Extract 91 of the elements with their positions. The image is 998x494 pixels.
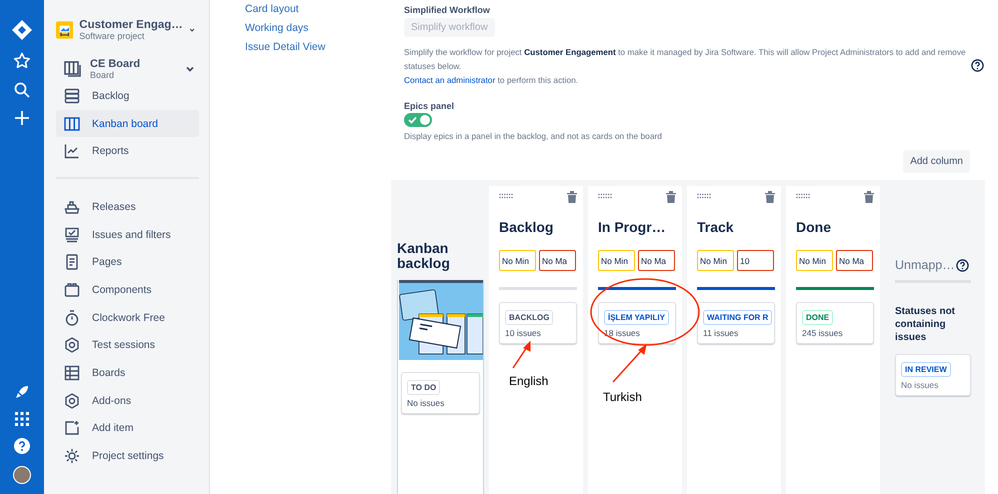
board-type: Board <box>90 70 116 80</box>
settings-link[interactable]: Issue Detail View <box>245 40 391 54</box>
issue-count: No issues <box>407 398 444 408</box>
hexagon-icon <box>64 392 80 409</box>
section-heading: Epics panel <box>404 101 454 111</box>
min-limit-field[interactable]: No Min <box>796 250 833 271</box>
trash-icon[interactable] <box>567 191 577 203</box>
status-lozenge: TO DO <box>407 380 440 395</box>
check-icon <box>408 116 417 124</box>
nav-item[interactable]: Clockwork Free <box>56 304 199 332</box>
min-limit-field[interactable]: No Min <box>499 250 536 271</box>
settings-link[interactable]: Working days <box>245 21 391 35</box>
min-limit-field[interactable]: No Min <box>598 250 635 271</box>
min-limit-field[interactable]: No Min <box>697 250 734 271</box>
create-icon[interactable] <box>14 110 30 126</box>
nav-item[interactable]: Backlog <box>56 82 199 110</box>
settings-link[interactable]: Card layout <box>245 2 391 16</box>
add-column-button[interactable]: Add column <box>903 150 970 173</box>
boards-icon <box>64 365 80 382</box>
column-title: Kanban backlog <box>397 241 451 271</box>
unmapped-subtitle: Statuses not containing issues <box>895 305 956 344</box>
drag-handle-icon[interactable] <box>796 193 810 201</box>
status-card[interactable]: IN REVIEW No issues <box>895 354 971 396</box>
column-title: Backlog <box>499 219 554 235</box>
nav-item[interactable]: Test sessions <box>56 332 199 360</box>
reports-icon <box>64 143 80 160</box>
status-card[interactable]: TO DO No issues <box>401 372 480 414</box>
gear-icon <box>64 448 80 464</box>
timer-icon <box>64 310 80 326</box>
kanban-icon <box>64 116 80 132</box>
trash-icon[interactable] <box>765 191 775 203</box>
status-lozenge: WAITING FOR R <box>703 310 772 325</box>
app-grid-icon[interactable] <box>15 412 29 426</box>
epics-description: Display epics in a panel in the backlog, and not as cards on the board <box>404 131 662 141</box>
nav-item[interactable]: Reports <box>56 137 199 166</box>
section-heading: Simplified Workflow <box>404 5 490 15</box>
status-lozenge: İŞLEM YAPILIY <box>604 310 669 325</box>
help-icon[interactable] <box>971 59 984 72</box>
search-icon[interactable] <box>14 82 30 98</box>
nav-item[interactable]: Issues and filters <box>56 220 199 248</box>
issue-count: 10 issues <box>505 328 541 338</box>
nav-item[interactable]: Add-ons <box>56 386 199 415</box>
board-icon <box>64 60 82 78</box>
pages-icon <box>64 254 80 270</box>
annotation-arrow <box>612 344 647 382</box>
status-card[interactable]: BACKLOG 10 issues <box>499 302 577 344</box>
nav-item[interactable]: Pages <box>56 248 199 276</box>
nav-item[interactable]: Boards <box>56 359 199 387</box>
annotation-label: Turkish <box>603 390 642 404</box>
status-lozenge: IN REVIEW <box>901 362 951 377</box>
trash-icon[interactable] <box>864 191 874 203</box>
issue-count: 11 issues <box>703 328 738 338</box>
contact-admin-link[interactable]: Contact an administrator <box>404 75 496 85</box>
nav-item[interactable]: Project settings <box>56 442 199 470</box>
board-name[interactable]: CE Board <box>90 58 177 70</box>
epics-panel-toggle[interactable] <box>404 113 432 127</box>
status-card[interactable]: DONE 245 issues <box>796 302 874 344</box>
drag-handle-icon[interactable] <box>598 193 612 201</box>
annotation-arrow <box>512 340 530 368</box>
logo-icon[interactable] <box>12 20 32 40</box>
column-title: Unmapp… <box>895 258 955 272</box>
status-lozenge: DONE <box>802 310 834 325</box>
drag-handle-icon[interactable] <box>697 193 711 201</box>
nav-item[interactable]: Components <box>56 276 199 304</box>
star-icon[interactable] <box>13 52 31 70</box>
nav-item[interactable]: Add item <box>56 414 199 442</box>
workflow-description: Simplify the workflow for project Customer Engagement to make it managed by Jira Software. This will allow Project Administrators to add and remove statuses below. <box>404 46 967 73</box>
status-lozenge: BACKLOG <box>505 310 554 325</box>
project-name[interactable]: Customer Engag… <box>79 19 183 31</box>
annotation-label: English <box>509 374 548 388</box>
hexagon-icon <box>64 337 80 354</box>
column-title: In Progr… <box>598 219 667 235</box>
column-title: Track <box>697 219 735 235</box>
trash-icon[interactable] <box>666 191 676 203</box>
help-icon[interactable] <box>956 258 969 272</box>
drag-handle-icon[interactable] <box>499 193 513 201</box>
max-limit-field[interactable]: No Ma <box>539 250 576 271</box>
project-type: Software project <box>79 31 146 41</box>
max-limit-field[interactable]: No Ma <box>638 250 675 271</box>
avatar[interactable] <box>13 466 31 484</box>
issue-count: 245 issues <box>802 328 843 338</box>
status-card[interactable]: WAITING FOR R 11 issues <box>697 302 775 344</box>
issue-count: No issues <box>901 380 938 390</box>
max-limit-field[interactable]: No Ma <box>836 250 873 271</box>
nav-item[interactable]: Kanban board <box>56 110 199 138</box>
max-limit-field[interactable]: 10 <box>737 250 774 271</box>
chevron-down-icon[interactable] <box>185 64 195 74</box>
nav-item[interactable]: Releases <box>56 193 199 221</box>
contact-text: to perform this action. <box>498 75 578 85</box>
rocket-icon[interactable] <box>14 384 30 400</box>
column-title: Done <box>796 219 832 235</box>
